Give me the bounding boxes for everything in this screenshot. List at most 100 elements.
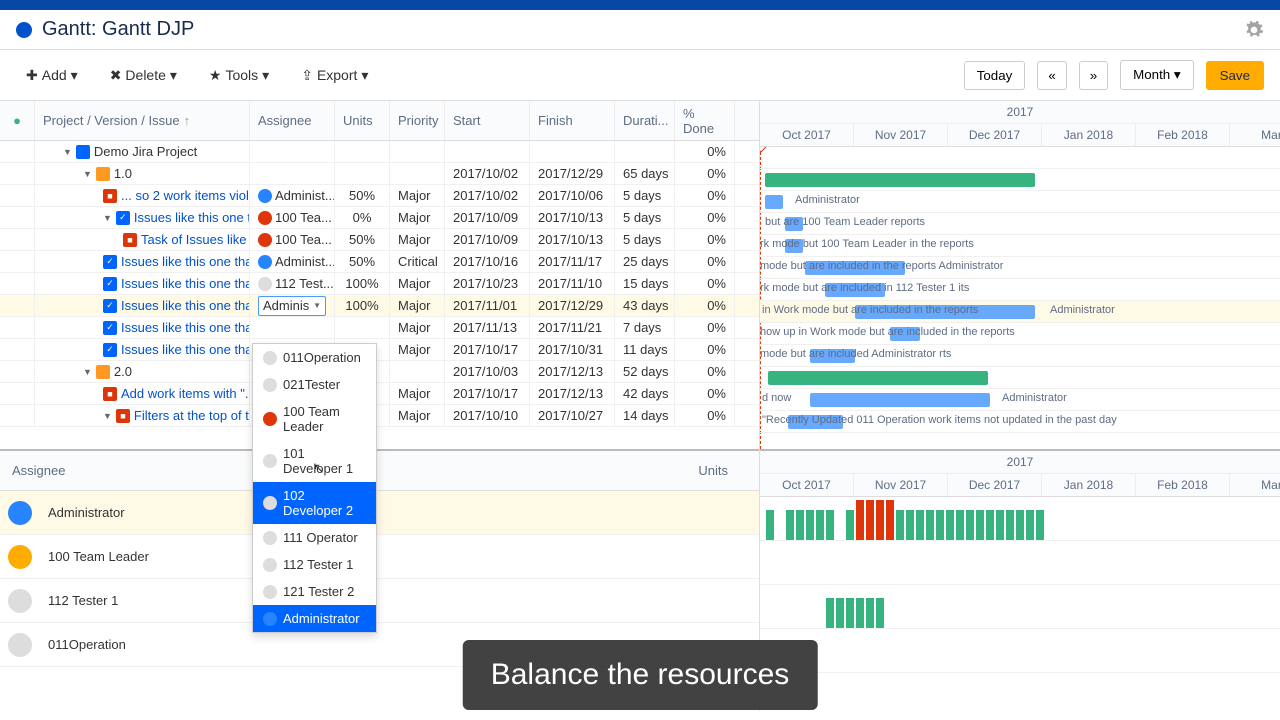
timeline-month: Feb 2018 bbox=[1136, 474, 1230, 496]
utilization-row bbox=[760, 541, 1280, 585]
col-priority[interactable]: Priority bbox=[390, 101, 445, 140]
col-finish[interactable]: Finish bbox=[530, 101, 615, 140]
utilization-row bbox=[760, 629, 1280, 673]
gantt-row[interactable]: rk mode but are included in 112 Tester 1… bbox=[760, 279, 1280, 301]
gantt-row[interactable] bbox=[760, 367, 1280, 389]
col-assignee[interactable]: Assignee bbox=[250, 101, 335, 140]
gantt-row[interactable] bbox=[760, 169, 1280, 191]
caption-tooltip: Balance the resources bbox=[463, 640, 818, 710]
utilization-row bbox=[760, 497, 1280, 541]
resource-row[interactable]: 100 Team Leader bbox=[0, 535, 759, 579]
bar-label: mode but are included in the reports Adm… bbox=[760, 260, 1003, 272]
dropdown-item[interactable]: 100 Team Leader bbox=[253, 398, 376, 440]
resource-row[interactable]: 112 Tester 1 bbox=[0, 579, 759, 623]
table-row[interactable]: ✓Issues like this one tha...112 Test...1… bbox=[0, 273, 759, 295]
timeline-month: Mar 2 bbox=[1230, 474, 1280, 496]
utilization-row bbox=[760, 585, 1280, 629]
add-button[interactable]: ✚ Add ▾ bbox=[16, 61, 88, 90]
bar-label: "Recently Updated 011 Operation work ite… bbox=[762, 414, 1117, 426]
gantt-bar[interactable] bbox=[810, 393, 990, 407]
col-name[interactable]: Project / Version / Issue ↑ bbox=[35, 101, 250, 140]
table-row[interactable]: ▼2.02017/10/032017/12/1352 days0% bbox=[0, 361, 759, 383]
table-row[interactable]: ✓Issues like this one tha...Administ...5… bbox=[0, 251, 759, 273]
gantt-row[interactable]: but are 100 Team Leader reports bbox=[760, 213, 1280, 235]
dropdown-item[interactable]: 121 Tester 2 bbox=[253, 578, 376, 605]
col-start[interactable]: Start bbox=[445, 101, 530, 140]
dropdown-item[interactable]: 021Tester bbox=[253, 371, 376, 398]
timeline-year: 2017 bbox=[760, 451, 1280, 474]
bar-label: in Work mode but are included in the rep… bbox=[762, 304, 978, 316]
gantt-bar[interactable] bbox=[765, 195, 783, 209]
timeline-month: Feb 2018 bbox=[1136, 124, 1230, 146]
bar-label: Administrator bbox=[795, 194, 860, 206]
tools-button[interactable]: ★ Tools ▾ bbox=[199, 61, 279, 90]
timeline-month: Mar 2 bbox=[1230, 124, 1280, 146]
table-row[interactable]: ▼✓Issues like this one tha...100 Tea...0… bbox=[0, 207, 759, 229]
timeline-month: Nov 2017 bbox=[854, 124, 948, 146]
next-button[interactable]: » bbox=[1079, 61, 1108, 90]
timeline-month: Jan 2018 bbox=[1042, 474, 1136, 496]
gantt-row[interactable] bbox=[760, 147, 1280, 169]
gantt-row[interactable]: "Recently Updated 011 Operation work ite… bbox=[760, 411, 1280, 433]
grid-header: ● Project / Version / Issue ↑ Assignee U… bbox=[0, 101, 759, 141]
col-units-lower[interactable]: Units bbox=[640, 463, 740, 478]
dropdown-item[interactable]: 102 Developer 2 bbox=[253, 482, 376, 524]
timeline-month: Oct 2017 bbox=[760, 124, 854, 146]
view-select[interactable]: Month ▾ bbox=[1120, 60, 1193, 90]
table-row[interactable]: ✓Issues like this one tha...Major2017/10… bbox=[0, 339, 759, 361]
bar-label: rk mode but are included in 112 Tester 1… bbox=[760, 282, 969, 294]
dropdown-item[interactable]: 011Operation bbox=[253, 344, 376, 371]
gantt-row[interactable]: mode but are included in the reports Adm… bbox=[760, 257, 1280, 279]
dropdown-item[interactable]: 111 Operator bbox=[253, 524, 376, 551]
gantt-bar[interactable] bbox=[765, 173, 1035, 187]
bar-label: d now bbox=[762, 392, 791, 404]
gantt-row[interactable]: how up in Work mode but are included in … bbox=[760, 323, 1280, 345]
resource-row[interactable]: Administrator bbox=[0, 491, 759, 535]
status-indicator-col: ● bbox=[0, 101, 35, 140]
gantt-icon bbox=[16, 22, 32, 38]
col-units[interactable]: Units bbox=[335, 101, 390, 140]
util-header: 2017 Oct 2017Nov 2017Dec 2017Jan 2018Feb… bbox=[760, 451, 1280, 497]
today-button[interactable]: Today bbox=[964, 61, 1026, 90]
timeline-month: Oct 2017 bbox=[760, 474, 854, 496]
gantt-row[interactable]: in Work mode but are included in the rep… bbox=[760, 301, 1280, 323]
prev-button[interactable]: « bbox=[1037, 61, 1066, 90]
timeline-month: Dec 2017 bbox=[948, 474, 1042, 496]
gantt-row[interactable]: mode but are included Administrator rts bbox=[760, 345, 1280, 367]
timeline-header: 2017 Oct 2017Nov 2017Dec 2017Jan 2018Feb… bbox=[760, 101, 1280, 147]
gantt-row[interactable]: d nowAdministrator bbox=[760, 389, 1280, 411]
table-row[interactable]: ■Add work items with "...Major2017/10/17… bbox=[0, 383, 759, 405]
table-row[interactable]: ■Task of Issues like t...100 Tea...50%Ma… bbox=[0, 229, 759, 251]
assignee-input[interactable]: Adminis▼ bbox=[258, 296, 326, 316]
resource-header: Assignee Units bbox=[0, 451, 759, 491]
delete-button[interactable]: ✖ Delete ▾ bbox=[100, 61, 187, 90]
dropdown-item[interactable]: Administrator bbox=[253, 605, 376, 632]
bar-label: how up in Work mode but are included in … bbox=[760, 326, 1015, 338]
gantt-bar[interactable] bbox=[768, 371, 988, 385]
dropdown-item[interactable]: 112 Tester 1 bbox=[253, 551, 376, 578]
table-row[interactable]: ■... so 2 work items viol...Administ...5… bbox=[0, 185, 759, 207]
timeline-year: 2017 bbox=[760, 101, 1280, 124]
gantt-row[interactable]: Administrator bbox=[760, 191, 1280, 213]
timeline-month: Jan 2018 bbox=[1042, 124, 1136, 146]
bar-label: mode but are included Administrator rts bbox=[760, 348, 951, 360]
bar-label: rk mode but 100 Team Leader in the repor… bbox=[760, 238, 974, 250]
gear-icon[interactable] bbox=[1244, 20, 1264, 40]
table-row[interactable]: ✓Issues like this one tha...Adminis▼100%… bbox=[0, 295, 759, 317]
export-button[interactable]: ⇪ Export ▾ bbox=[291, 61, 378, 90]
dropdown-item[interactable]: 101 Developer 1 bbox=[253, 440, 376, 482]
table-row[interactable]: ▼Demo Jira Project0% bbox=[0, 141, 759, 163]
gantt-row[interactable]: rk mode but 100 Team Leader in the repor… bbox=[760, 235, 1280, 257]
col-duration[interactable]: Durati... bbox=[615, 101, 675, 140]
table-row[interactable]: ✓Issues like this one tha...Major2017/11… bbox=[0, 317, 759, 339]
save-button[interactable]: Save bbox=[1206, 61, 1264, 90]
col-done[interactable]: % Done bbox=[675, 101, 735, 140]
table-row[interactable]: ▼■Filters at the top of the...Major2017/… bbox=[0, 405, 759, 427]
page-title: Gantt: Gantt DJP bbox=[42, 18, 194, 41]
bar-label: but are 100 Team Leader reports bbox=[765, 216, 925, 228]
table-row[interactable]: ▼1.02017/10/022017/12/2965 days0% bbox=[0, 163, 759, 185]
timeline-month: Dec 2017 bbox=[948, 124, 1042, 146]
timeline-month: Nov 2017 bbox=[854, 474, 948, 496]
toolbar: ✚ Add ▾ ✖ Delete ▾ ★ Tools ▾ ⇪ Export ▾ … bbox=[0, 50, 1280, 101]
assignee-dropdown[interactable]: 011Operation021Tester100 Team Leader101 … bbox=[252, 343, 377, 633]
